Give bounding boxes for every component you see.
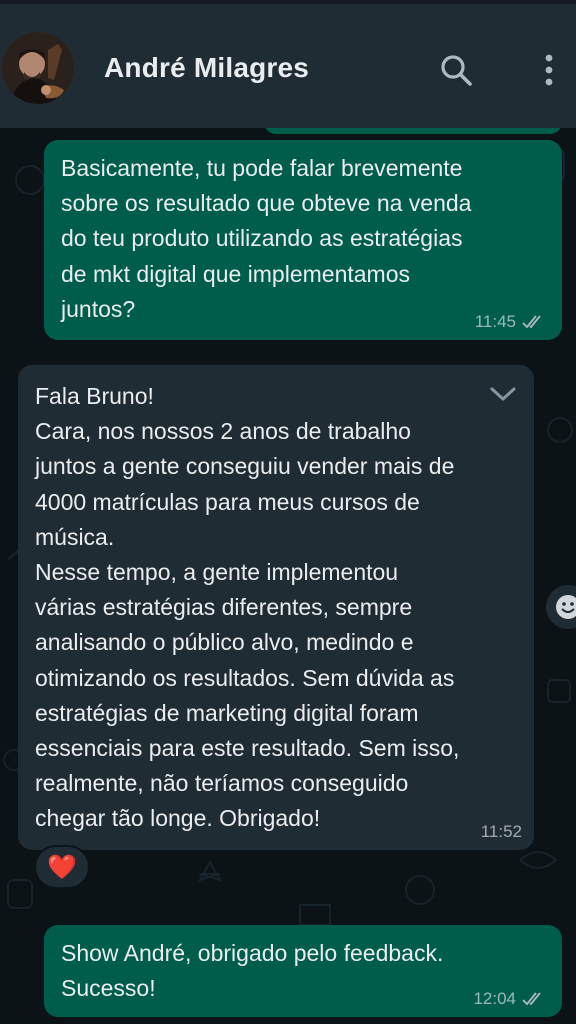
message-text: Basicamente, tu pode falar brevemente so… [61, 155, 472, 322]
message-text: Fala Bruno! Cara, nos nossos 2 anos de t… [35, 383, 460, 832]
message-bubble-outgoing[interactable]: Basicamente, tu pode falar brevemente so… [44, 140, 562, 340]
menu-icon[interactable] [534, 50, 564, 90]
message-bubble-incoming[interactable]: Fala Bruno! Cara, nos nossos 2 anos de t… [18, 365, 534, 850]
message-time: 11:52 [480, 822, 522, 841]
avatar[interactable] [2, 32, 74, 104]
message-meta: 12:04 [473, 989, 548, 1009]
chat-header: André Milagres [0, 0, 576, 128]
message-meta: 11:52 [481, 822, 522, 842]
chevron-down-icon[interactable] [488, 385, 518, 403]
reaction-badge[interactable]: ❤️ [34, 845, 90, 889]
message-bubble-outgoing[interactable]: Show André, obrigado pelo feedback. Suce… [44, 925, 562, 1017]
read-receipt-icon [522, 992, 541, 1006]
message-time: 11:45 [474, 312, 516, 331]
contact-name[interactable]: André Milagres [104, 52, 309, 84]
message-time: 12:04 [473, 989, 516, 1008]
message-meta: 11:45 [475, 312, 548, 332]
avatar-photo [2, 32, 74, 104]
search-icon[interactable] [436, 50, 476, 90]
smiley-icon [556, 595, 576, 619]
read-receipt-icon [522, 315, 541, 329]
heart-reaction-icon: ❤️ [47, 853, 77, 881]
